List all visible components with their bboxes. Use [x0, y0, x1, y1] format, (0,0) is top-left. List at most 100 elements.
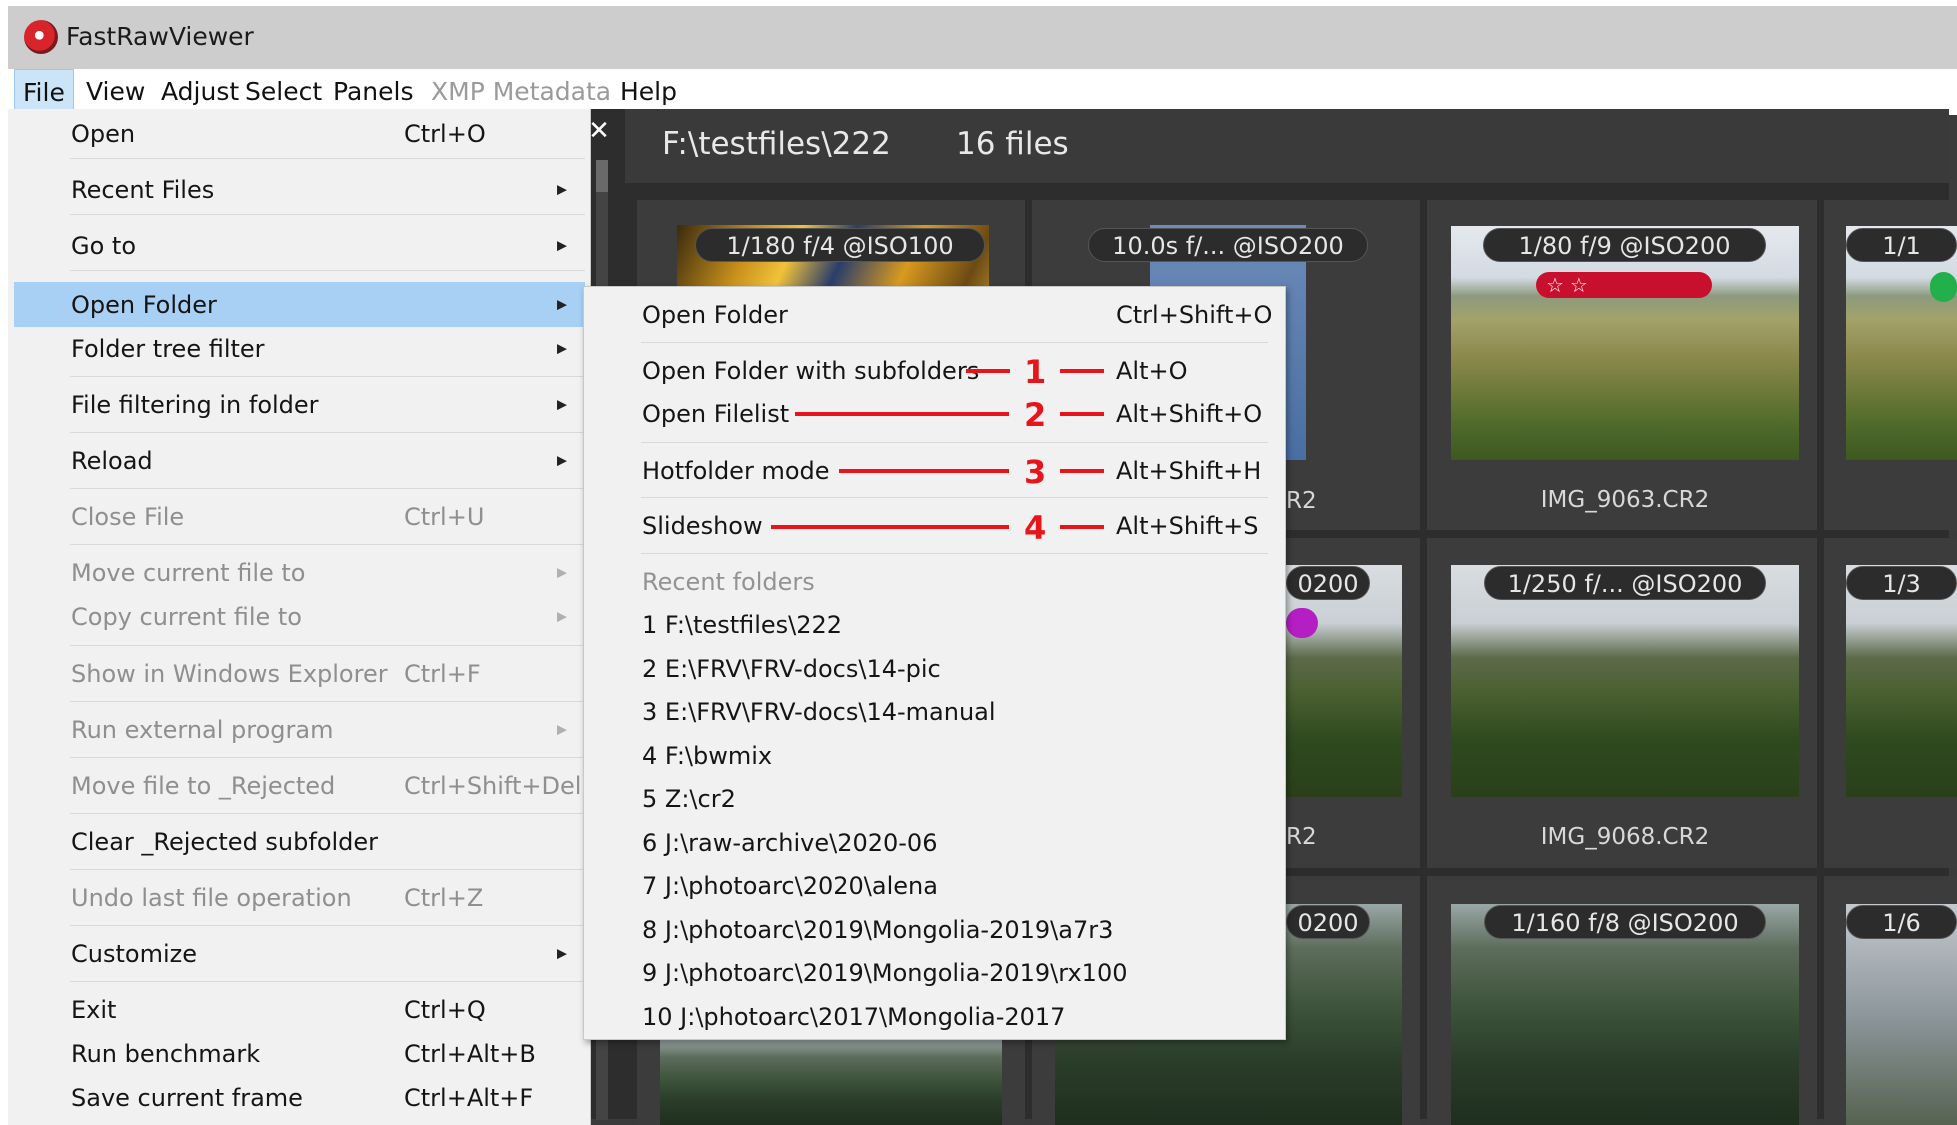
menu-item-label: Save current frame — [71, 1083, 303, 1112]
menu-separator — [641, 342, 1268, 343]
recent-folder-item[interactable]: 1 F:\testfiles\222 — [584, 605, 1285, 645]
recent-folder-path: 3 E:\FRV\FRV-docs\14-manual — [642, 698, 996, 726]
title-bar: FastRawViewer — [8, 6, 1957, 69]
annotation-number: 2 — [1024, 396, 1047, 434]
menu-item-label: Open Folder — [71, 290, 217, 319]
annotation-line — [795, 412, 1009, 416]
recent-folder-path: 8 J:\photoarc\2019\Mongolia-2019\a7r3 — [642, 916, 1114, 944]
window-title: FastRawViewer — [66, 22, 254, 51]
menu-item-open-folder[interactable]: Open Folder ▶ — [14, 282, 585, 327]
recent-folder-path: 10 J:\photoarc\2017\Mongolia-2017 — [642, 1003, 1066, 1031]
recent-folder-item[interactable]: 5 Z:\cr2 — [584, 779, 1285, 819]
menu-item-label: Exit — [71, 995, 117, 1024]
menu-item-label: Open Folder — [642, 301, 788, 329]
menu-item-shortcut: Ctrl+Z — [404, 883, 484, 912]
menu-item-clear-rejected[interactable]: Clear _Rejected subfolder — [8, 819, 591, 864]
recent-folder-item[interactable]: 4 F:\bwmix — [584, 736, 1285, 776]
submenu-item-open-folder-subfolders[interactable]: Open Folder with subfolders Alt+O — [584, 351, 1285, 391]
menu-item-file-filtering[interactable]: File filtering in folder ▶ — [8, 382, 591, 427]
submenu-arrow-icon: ▶ — [557, 722, 567, 737]
recent-folder-path: 9 J:\photoarc\2019\Mongolia-2019\rx100 — [642, 959, 1128, 987]
menu-separator — [70, 701, 585, 702]
menu-separator — [70, 488, 585, 489]
submenu-arrow-icon: ▶ — [557, 238, 567, 253]
color-label-purple — [1286, 608, 1318, 638]
exif-badge: 1/3 — [1846, 566, 1957, 600]
menu-item-run-benchmark[interactable]: Run benchmark Ctrl+Alt+B — [8, 1031, 591, 1076]
recent-folder-path: 2 E:\FRV\FRV-docs\14-pic — [642, 655, 941, 683]
menu-item-reload[interactable]: Reload ▶ — [8, 438, 591, 483]
menu-item-customize[interactable]: Customize ▶ — [8, 931, 591, 976]
file-count: 16 files — [956, 126, 1069, 162]
menu-item-label: Slideshow — [642, 512, 763, 540]
annotation-line — [1060, 412, 1104, 416]
close-icon[interactable]: ✕ — [588, 118, 610, 144]
recent-folder-item[interactable]: 6 J:\raw-archive\2020-06 — [584, 823, 1285, 863]
menu-item-shortcut: Alt+Shift+S — [1116, 512, 1259, 540]
exif-badge: 10.0s f/... @ISO200 — [1088, 228, 1368, 262]
menu-item-label: Run external program — [71, 715, 334, 744]
menu-item-label: Clear _Rejected subfolder — [71, 827, 379, 856]
menu-separator — [70, 376, 585, 377]
recent-folder-item[interactable]: 9 J:\photoarc\2019\Mongolia-2019\rx100 — [584, 953, 1285, 993]
menu-item-move-to-rejected[interactable]: Move file to _Rejected Ctrl+Shift+Del — [8, 763, 591, 808]
menu-item-go-to[interactable]: Go to ▶ — [8, 223, 591, 268]
annotation-line — [1060, 525, 1104, 529]
menu-item-run-external-program[interactable]: Run external program ▶ — [8, 707, 591, 752]
thumbnail-image — [660, 1040, 1002, 1125]
menu-item-label: Move current file to — [71, 558, 306, 587]
menu-item-shortcut: Alt+O — [1116, 357, 1188, 385]
menu-item-label: Hotfolder mode — [642, 457, 830, 485]
menu-item-shortcut: Alt+Shift+H — [1116, 457, 1262, 485]
recent-folder-path: 1 F:\testfiles\222 — [642, 611, 843, 639]
app-logo-icon — [24, 20, 58, 54]
submenu-arrow-icon: ▶ — [557, 946, 567, 961]
annotation-number: 3 — [1024, 453, 1047, 491]
menu-item-save-current-frame[interactable]: Save current frame Ctrl+Alt+F — [8, 1075, 591, 1120]
recent-folder-path: 6 J:\raw-archive\2020-06 — [642, 829, 938, 857]
thumbnail-filename: R2 — [1286, 488, 1317, 514]
menu-item-shortcut: Ctrl+U — [404, 502, 485, 531]
menu-separator — [70, 981, 585, 982]
recent-folder-path: 7 J:\photoarc\2020\alena — [642, 872, 938, 900]
menu-item-shortcut: Alt+Shift+O — [1116, 400, 1263, 428]
menu-item-undo-file-operation[interactable]: Undo last file operation Ctrl+Z — [8, 875, 591, 920]
menu-separator — [641, 497, 1268, 498]
exif-badge: 0200 — [1286, 905, 1370, 939]
menu-item-label: Customize — [71, 939, 197, 968]
menu-item-exit[interactable]: Exit Ctrl+Q — [8, 987, 591, 1032]
recent-folder-item[interactable]: 2 E:\FRV\FRV-docs\14-pic — [584, 649, 1285, 689]
submenu-item-open-folder[interactable]: Open Folder Ctrl+Shift+O — [584, 295, 1285, 335]
recent-folder-item[interactable]: 8 J:\photoarc\2019\Mongolia-2019\a7r3 — [584, 910, 1285, 950]
exif-badge: 1/250 f/... @ISO200 — [1484, 566, 1766, 600]
menu-item-show-in-explorer[interactable]: Show in Windows Explorer Ctrl+F — [8, 651, 591, 696]
menu-item-recent-files[interactable]: Recent Files ▶ — [8, 167, 591, 212]
menu-item-shortcut: Ctrl+O — [404, 119, 486, 148]
recent-folder-item[interactable]: 3 E:\FRV\FRV-docs\14-manual — [584, 692, 1285, 732]
recent-folder-path: 5 Z:\cr2 — [642, 785, 736, 813]
annotation-line — [839, 469, 1009, 473]
menu-separator — [70, 270, 585, 271]
annotation-line — [1060, 469, 1104, 473]
menu-item-label: Close File — [71, 502, 185, 531]
menu-item-close-file[interactable]: Close File Ctrl+U — [8, 494, 591, 539]
menu-item-label: Open Filelist — [642, 400, 790, 428]
menu-separator — [70, 925, 585, 926]
menu-item-copy-current-file[interactable]: Copy current file to ▶ — [8, 594, 591, 639]
menu-item-shortcut: Ctrl+Q — [404, 995, 486, 1024]
thumbnail-filename: R2 — [1286, 824, 1317, 850]
exif-badge: 1/6 — [1846, 905, 1957, 939]
submenu-arrow-icon: ▶ — [557, 609, 567, 624]
annotation-number: 4 — [1024, 509, 1047, 547]
menu-item-shortcut: Ctrl+Shift+O — [1116, 301, 1273, 329]
menu-item-open[interactable]: Open Ctrl+O — [8, 111, 591, 156]
submenu-arrow-icon: ▶ — [557, 565, 567, 580]
recent-folder-item[interactable]: 7 J:\photoarc\2020\alena — [584, 866, 1285, 906]
menu-item-move-current-file[interactable]: Move current file to ▶ — [8, 550, 591, 595]
menu-item-folder-tree-filter[interactable]: Folder tree filter ▶ — [8, 326, 591, 371]
menu-item-shortcut: Ctrl+Alt+F — [404, 1083, 534, 1112]
recent-folder-item[interactable]: 10 J:\photoarc\2017\Mongolia-2017 — [584, 997, 1285, 1037]
menu-item-label: Recent Files — [71, 175, 215, 204]
exif-badge: 1/180 f/4 @ISO100 — [695, 228, 985, 262]
pane-scrollbar-thumb[interactable] — [596, 160, 608, 192]
